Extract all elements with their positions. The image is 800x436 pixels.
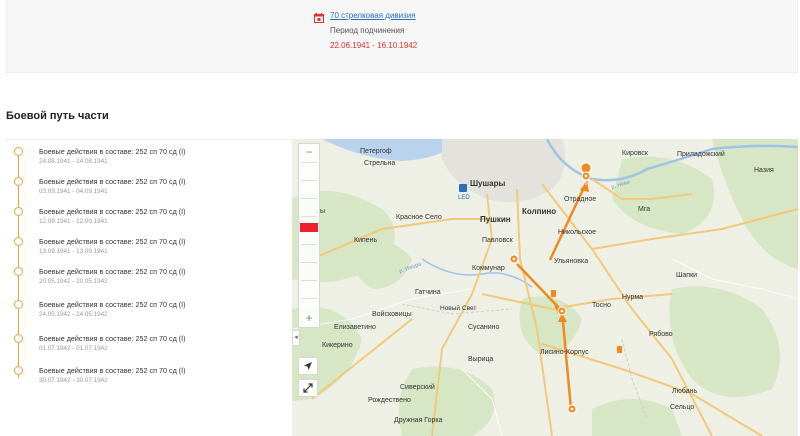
label-mga: Мга xyxy=(638,206,650,213)
label-shapki: Шапки xyxy=(676,272,697,279)
timeline-item-title: Боевые действия в составе: 252 сп 70 сд … xyxy=(39,147,186,156)
zoom-tick xyxy=(301,162,317,163)
zoom-handle[interactable] xyxy=(300,223,318,232)
label-susanino: Сусанино xyxy=(468,324,500,331)
timeline-dot xyxy=(14,237,23,246)
timeline-item[interactable]: Боевые действия в составе: 252 сп 70 сд … xyxy=(6,298,286,324)
zoom-tick xyxy=(301,298,317,299)
timeline-item-title: Боевые действия в составе: 252 сп 70 сд … xyxy=(39,300,186,309)
timeline-item[interactable]: Боевые действия в составе: 252 сп 70 сд … xyxy=(6,235,286,261)
label-strelna: Стрельна xyxy=(364,160,395,167)
label-voiskovitsy: Войсковицы xyxy=(372,310,412,318)
label-nurma: Нурма xyxy=(622,294,643,301)
unit-name-link[interactable]: 70 стрелковая дивизия xyxy=(330,11,416,20)
label-petergof: Петергоф xyxy=(360,148,392,155)
label-rozhdestveno: Рождествено xyxy=(368,397,411,404)
label-ryabovo: Рябово xyxy=(649,330,673,338)
zoom-tick xyxy=(301,180,317,181)
navigation-arrow-icon xyxy=(304,362,312,370)
label-shushary: Шушары xyxy=(470,179,505,188)
timeline-item-date: 24.05.1942 - 24.05.1942 xyxy=(39,311,108,318)
zoom-out-button[interactable]: − xyxy=(299,144,319,160)
timeline-item[interactable]: Боевые действия в составе: 252 сп 70 сд … xyxy=(6,145,286,171)
label-tosno: Тосно xyxy=(592,302,611,309)
timeline-dot xyxy=(14,207,23,216)
label-nikolskoe: Никольское xyxy=(558,229,596,236)
timeline-dot xyxy=(14,334,23,343)
timeline-item-date: 13.09.1941 - 13.09.1941 xyxy=(39,248,108,255)
zoom-slider[interactable]: − + xyxy=(298,143,320,328)
fullscreen-button[interactable] xyxy=(298,379,318,397)
timeline-item-title: Боевые действия в составе: 252 сп 70 сд … xyxy=(39,267,186,276)
label-krasnoe-selo: Красное Село xyxy=(396,214,442,221)
period-value: 22.06.1941 - 16.10.1942 xyxy=(330,41,418,50)
timeline-item-title: Боевые действия в составе: 252 сп 70 сд … xyxy=(39,177,186,186)
label-priladozhsky: Приладожский xyxy=(677,150,725,158)
timeline-item-title: Боевые действия в составе: 252 сп 70 сд … xyxy=(39,334,186,343)
label-elizavetino: Елизаветино xyxy=(334,324,376,331)
timeline-item-date: 30.07.1942 - 30.07.1942 xyxy=(39,377,108,384)
timeline-panel: Боевые действия в составе: 252 сп 70 сд … xyxy=(6,139,292,436)
collapse-panel-button[interactable]: ◂ xyxy=(292,330,300,346)
route-map[interactable]: Петергоф Стрельна Кировск Приладожский Н… xyxy=(292,139,798,436)
label-lyuban: Любань xyxy=(672,387,697,395)
label-kommunar: Коммунар xyxy=(472,265,505,272)
timeline-item-date: 20.05.1942 - 20.05.1942 xyxy=(39,278,108,285)
zoom-tick xyxy=(301,198,317,199)
label-otradnoe: Отрадное xyxy=(564,196,596,203)
timeline-dot xyxy=(14,177,23,186)
timeline-item[interactable]: Боевые действия в составе: 252 сп 70 сд … xyxy=(6,175,286,201)
label-led: LED xyxy=(458,195,470,201)
timeline-item[interactable]: Боевые действия в составе: 252 сп 70 сд … xyxy=(6,332,286,358)
timeline-dot xyxy=(14,147,23,156)
timeline-item-date: 01.07.1942 - 01.07.1942 xyxy=(39,345,108,352)
zoom-tick xyxy=(301,280,317,281)
timeline-dot xyxy=(14,267,23,276)
label-siversky: Сиверский xyxy=(400,383,435,391)
zoom-tick xyxy=(301,216,317,217)
unit-row: 70 стрелковая дивизия xyxy=(314,10,416,23)
locate-button[interactable] xyxy=(298,357,318,375)
timeline-dot xyxy=(14,300,23,309)
label-selco: Сельцо xyxy=(670,404,694,411)
label-lisino: Лисино-Корпус xyxy=(540,349,589,356)
timeline-dot xyxy=(14,366,23,375)
label-ulyanovka: Ульяновка xyxy=(554,258,588,265)
expand-icon xyxy=(303,383,313,393)
label-pavlovsk: Павловск xyxy=(482,237,514,244)
label-kipen: Кипень xyxy=(354,237,378,244)
timeline-item-date: 24.08.1941 - 24.08.1941 xyxy=(39,158,108,165)
zoom-in-button[interactable]: + xyxy=(299,310,319,326)
label-druzhnaya-gorka: Дружная Горка xyxy=(394,417,443,424)
calendar-icon xyxy=(314,10,324,23)
zoom-tick xyxy=(301,262,317,263)
label-kolpino: Колпино xyxy=(522,207,556,216)
timeline-item-date: 03.09.1941 - 04.09.1941 xyxy=(39,188,108,195)
label-kikerino: Кикерино xyxy=(322,342,353,349)
timeline-item-title: Боевые действия в составе: 252 сп 70 сд … xyxy=(39,237,186,246)
period-label: Период подчинения xyxy=(330,26,405,35)
zoom-tick xyxy=(301,244,317,245)
timeline-item-date: 12.09.1941 - 12.09.1941 xyxy=(39,218,108,225)
label-vyritsa: Вырица xyxy=(468,356,494,363)
map-canvas: Петергоф Стрельна Кировск Приладожский Н… xyxy=(292,139,798,436)
timeline-item[interactable]: Боевые действия в составе: 252 сп 70 сд … xyxy=(6,265,286,291)
section-title: Боевой путь части xyxy=(6,110,109,122)
timeline-item[interactable]: Боевые действия в составе: 252 сп 70 сд … xyxy=(6,364,286,390)
label-pushkin: Пушкин xyxy=(480,215,511,224)
label-naziya: Назия xyxy=(754,167,774,174)
label-gatchina: Гатчина xyxy=(415,289,441,296)
label-novy-svet: Новый Свет xyxy=(440,304,476,312)
timeline-item-title: Боевые действия в составе: 252 сп 70 сд … xyxy=(39,366,186,375)
timeline-item-title: Боевые действия в составе: 252 сп 70 сд … xyxy=(39,207,186,216)
timeline-item[interactable]: Боевые действия в составе: 252 сп 70 сд … xyxy=(6,205,286,231)
label-kirovsk: Кировск xyxy=(622,150,649,157)
